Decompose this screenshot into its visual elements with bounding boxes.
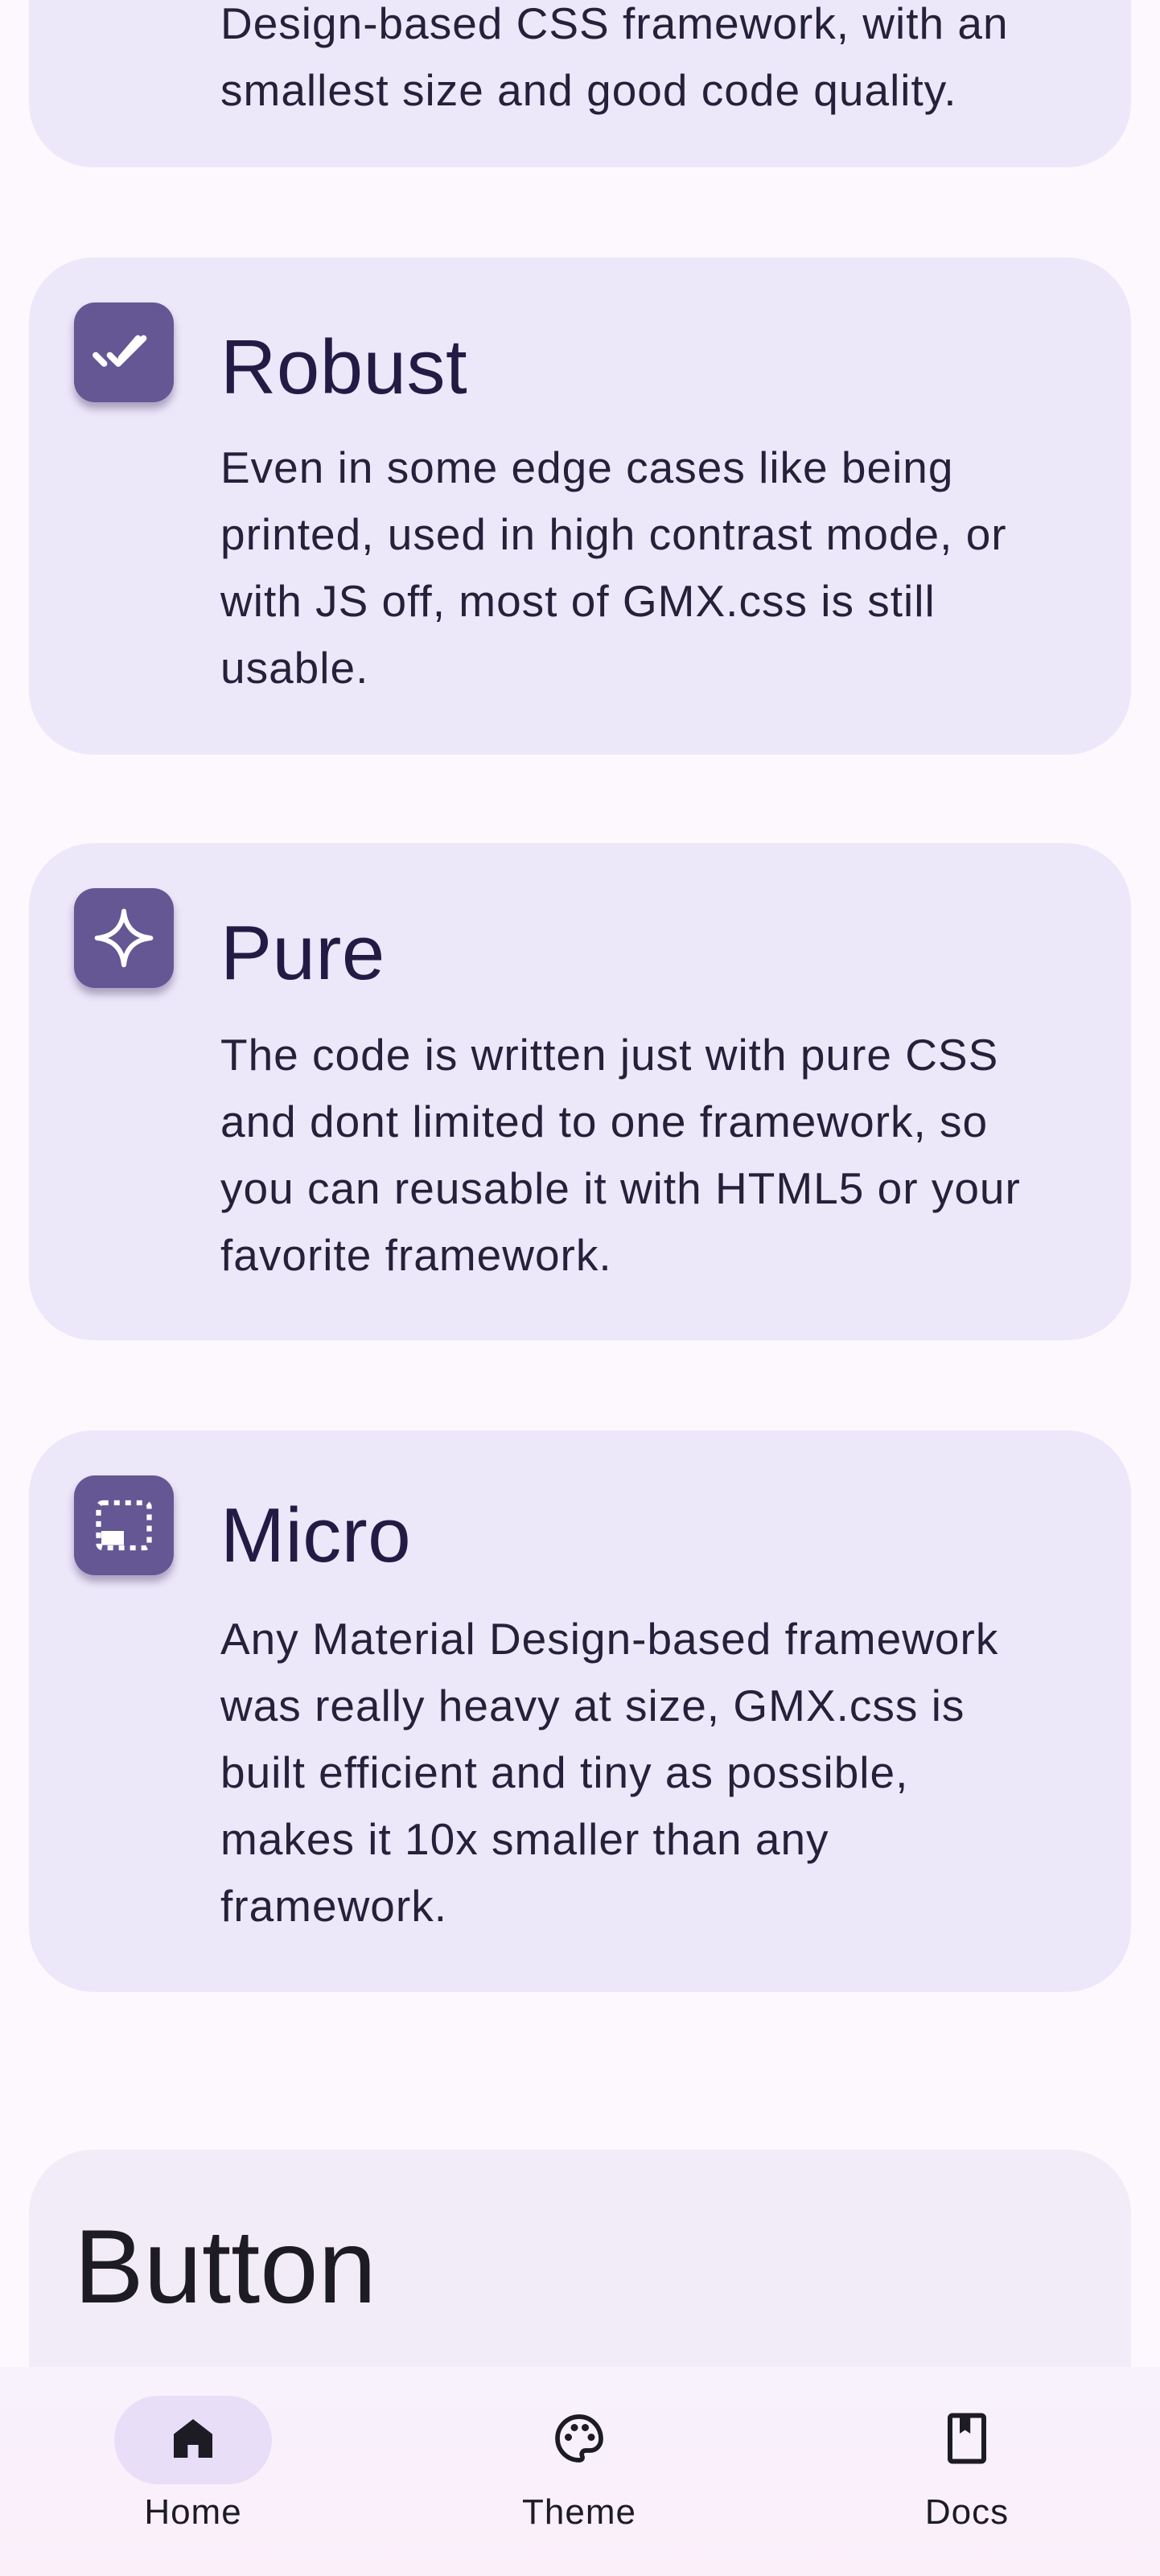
desc-line: smallest size and good code quality. — [220, 65, 957, 115]
nav-label: Docs — [924, 2492, 1010, 2532]
desc-line: printed, used in high contrast mode, or — [220, 509, 1007, 559]
section-heading: Button — [74, 2208, 376, 2325]
desc-line: The code is written just with pure CSS — [220, 1030, 999, 1080]
intro-card: Design-based CSS framework, with an smal… — [29, 0, 1131, 167]
desc-line: Any Material Design-based framework — [220, 1614, 999, 1664]
desc-line: makes it 10x smaller than any — [220, 1814, 829, 1864]
desc-line: Design-based CSS framework, with an — [220, 0, 1009, 48]
feature-card-pure: Pure The code is written just with pure … — [29, 843, 1131, 1340]
desc-line: favorite framework. — [220, 1230, 612, 1280]
feature-title: Pure — [220, 910, 385, 996]
nav-item-docs[interactable]: Docs — [870, 2396, 1063, 2533]
nav-icon-container — [888, 2396, 1046, 2484]
nav-item-theme[interactable]: Theme — [483, 2396, 676, 2533]
desc-line: usable. — [220, 643, 369, 693]
done-all-icon — [74, 302, 174, 402]
feature-title: Robust — [220, 324, 468, 410]
home-icon — [167, 2413, 219, 2468]
active-indicator — [114, 2396, 272, 2484]
intro-description: Design-based CSS framework, with an smal… — [220, 0, 1097, 124]
sparkle-icon — [74, 888, 174, 988]
feature-card-micro: Micro Any Material Design-based framewor… — [29, 1430, 1131, 1992]
feature-description: Any Material Design-based framework was … — [220, 1606, 1097, 1940]
desc-line: you can reusable it with HTML5 or your — [220, 1163, 1021, 1213]
nav-item-home[interactable]: Home — [97, 2396, 290, 2533]
feature-title: Micro — [220, 1492, 412, 1578]
desc-line: and dont limited to one framework, so — [220, 1097, 989, 1146]
desc-line: was really heavy at size, GMX.css is — [220, 1681, 965, 1730]
nav-label: Home — [144, 2492, 242, 2532]
book-icon — [938, 2409, 996, 2471]
nav-label: Theme — [522, 2492, 636, 2532]
desc-line: Even in some edge cases like being — [220, 442, 954, 492]
desc-line: built efficient and tiny as possible, — [220, 1747, 909, 1797]
bottom-navigation: Home Theme Docs — [0, 2367, 1160, 2576]
palette-icon — [550, 2409, 608, 2471]
desc-line: framework. — [220, 1881, 447, 1931]
nav-icon-container — [500, 2396, 658, 2484]
feature-card-robust: Robust Even in some edge cases like bein… — [29, 257, 1131, 755]
feature-description: Even in some edge cases like being print… — [220, 434, 1097, 702]
desc-line: with JS off, most of GMX.css is still — [220, 576, 936, 626]
page: Design-based CSS framework, with an smal… — [0, 0, 1160, 2576]
picture-in-picture-icon — [74, 1475, 174, 1575]
feature-description: The code is written just with pure CSS a… — [220, 1022, 1097, 1289]
